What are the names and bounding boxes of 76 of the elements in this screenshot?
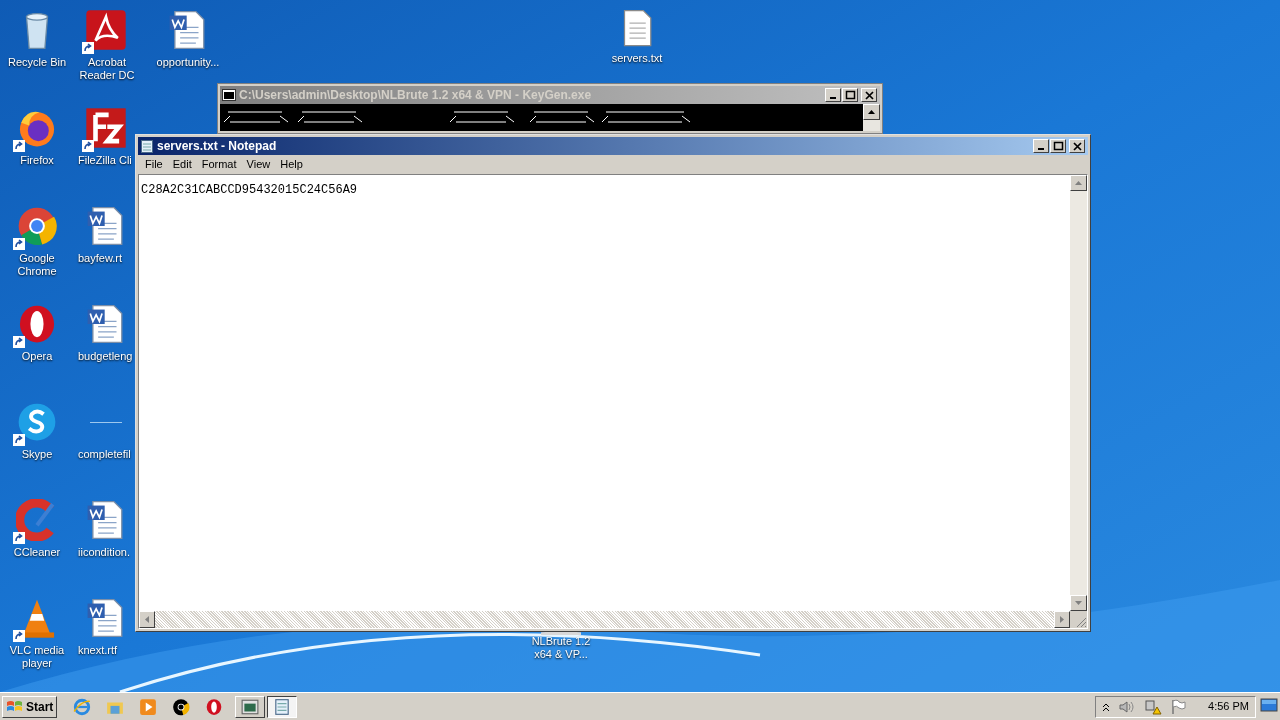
title-bar[interactable]: servers.txt - Notepad: [138, 137, 1088, 155]
icon-label[interactable]: Skype: [21, 448, 53, 461]
shortcut-arrow-icon: [13, 434, 25, 446]
icon-label[interactable]: servers.txt: [611, 52, 663, 65]
shortcut-arrow-icon: [13, 140, 25, 152]
up-arrow-icon: [1075, 181, 1082, 185]
icon-label[interactable]: CCleaner: [13, 546, 61, 559]
close-icon: [1070, 140, 1084, 152]
minimize-icon: [1038, 148, 1044, 150]
network-warning-icon[interactable]: [1144, 698, 1163, 715]
icon-label[interactable]: Acrobat Reader DC: [78, 56, 136, 82]
minimize-icon: [830, 97, 836, 99]
opera-icon[interactable]: [205, 697, 224, 716]
pdf-icon: [85, 9, 127, 51]
icon-label[interactable]: FileZilla Cli: [78, 154, 132, 167]
scroll-up-button[interactable]: [863, 104, 880, 120]
shortcut-arrow-icon: [82, 42, 94, 54]
shortcut-arrow-icon: [13, 532, 25, 544]
left-arrow-icon: [145, 616, 149, 623]
up-arrow-icon: [868, 110, 875, 114]
icon-label[interactable]: NLBrute 1.2 x64 & VP...: [528, 635, 594, 661]
icon-label[interactable]: bayfew.rt: [78, 252, 123, 265]
skype-icon: [16, 401, 58, 443]
icon-label[interactable]: knext.rtf: [78, 644, 118, 657]
maximize-button[interactable]: [1050, 139, 1066, 153]
close-button[interactable]: [861, 88, 877, 102]
icon-label[interactable]: iicondition.: [78, 546, 130, 559]
menu-item[interactable]: View: [241, 156, 276, 173]
scrollbar[interactable]: [863, 104, 880, 131]
down-arrow-icon: [1075, 601, 1082, 605]
close-button[interactable]: [1069, 139, 1085, 153]
taskbar-button[interactable]: [267, 695, 298, 718]
flag-icon[interactable]: [1170, 698, 1187, 715]
notepad-icon: [273, 697, 292, 716]
icon-label[interactable]: completefil: [78, 448, 131, 461]
window-title: servers.txt - Notepad: [157, 138, 277, 155]
shortcut-arrow-icon: [13, 336, 25, 348]
close-icon: [862, 89, 876, 101]
window-title: C:\Users\admin\Desktop\NLBrute 1.2 x64 & VPN - KeyGen.exe: [239, 87, 592, 104]
right-arrow-icon: [1060, 616, 1064, 623]
show-desktop-icon[interactable]: [1260, 697, 1278, 713]
text-area[interactable]: C28A2C31CABCCD95432015C24C56A9: [139, 175, 1070, 611]
icon-label[interactable]: Firefox: [20, 154, 54, 167]
vertical-scrollbar[interactable]: [1070, 175, 1087, 611]
maximize-icon: [843, 89, 857, 101]
horizontal-scrollbar[interactable]: [139, 611, 1070, 628]
filezilla-icon: [85, 107, 127, 149]
menu-item[interactable]: Edit: [167, 156, 197, 173]
icon-label[interactable]: VLC media player: [2, 644, 72, 670]
icon-label[interactable]: Google Chrome: [2, 252, 72, 278]
minimize-button[interactable]: [825, 88, 841, 102]
scroll-right-button[interactable]: [1054, 611, 1070, 628]
clock[interactable]: 4:56 PM: [1208, 698, 1249, 715]
shortcut-arrow-icon: [13, 630, 25, 642]
shortcut-arrow-icon: [13, 238, 25, 250]
scroll-down-button[interactable]: [1070, 595, 1087, 611]
maximize-icon: [1051, 140, 1065, 152]
notepad-icon: [140, 139, 154, 153]
minimize-button[interactable]: [1033, 139, 1049, 153]
chevron-up-icon[interactable]: [1102, 701, 1111, 712]
scroll-up-button[interactable]: [1070, 175, 1087, 191]
icon-label[interactable]: opportunity...: [156, 56, 220, 69]
dash-icon: [90, 421, 122, 423]
menu-item[interactable]: File: [140, 156, 168, 173]
icon-label[interactable]: Recycle Bin: [7, 56, 67, 69]
maximize-button[interactable]: [842, 88, 858, 102]
icon-label[interactable]: budgetleng: [78, 350, 133, 363]
menu-item[interactable]: Help: [275, 156, 308, 173]
start-button[interactable]: Start: [2, 695, 58, 718]
menu-item[interactable]: Format: [196, 156, 242, 173]
scroll-left-button[interactable]: [139, 611, 155, 628]
shortcut-arrow-icon: [82, 140, 94, 152]
icon-label[interactable]: Opera: [21, 350, 53, 363]
file-content: C28A2C31CABCCD95432015C24C56A9: [141, 183, 358, 197]
console-icon: [222, 89, 236, 101]
console-icon: [241, 697, 260, 716]
